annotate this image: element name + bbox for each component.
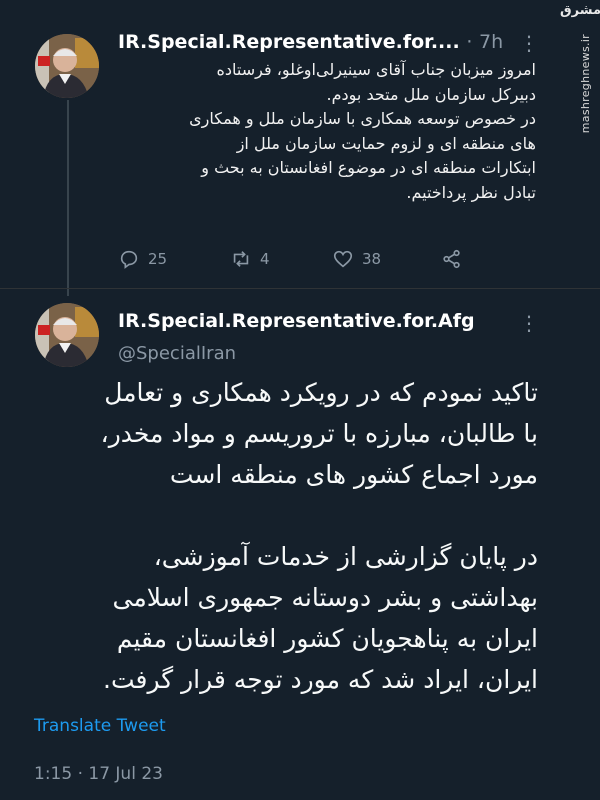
divider: [0, 288, 600, 289]
tweet1-more-icon[interactable]: ⋮: [519, 33, 540, 53]
retweet-button[interactable]: 4: [230, 248, 270, 270]
tweet1-header: IR.Special.Representative.for.... · 7h: [118, 31, 503, 53]
like-button[interactable]: 38: [332, 248, 381, 270]
like-count: 38: [362, 250, 382, 268]
tweet1-time[interactable]: 7h: [479, 31, 503, 53]
tweet1-separator: ·: [466, 31, 473, 53]
thread-line: [67, 100, 69, 296]
avatar-photo: [35, 34, 99, 98]
avatar[interactable]: [35, 34, 99, 98]
watermark-logo: مشرق: [560, 3, 600, 18]
tweet2-display-name[interactable]: IR.Special.Representative.for.Afg: [118, 310, 475, 332]
watermark-site: mashreghnews.ir: [579, 34, 592, 134]
reply-count: 25: [148, 250, 168, 268]
watermark: مشرق mashreghnews.ir: [556, 3, 600, 134]
retweet-icon: [233, 251, 249, 267]
tweet2-text: تاکید نمودم که در رویکرد همکاری و تعامل …: [100, 378, 538, 694]
retweet-count: 4: [260, 250, 270, 268]
reply-button[interactable]: 25: [118, 248, 167, 270]
tweet2-more-icon[interactable]: ⋮: [519, 313, 540, 333]
tweet1-display-name[interactable]: IR.Special.Representative.for....: [118, 31, 460, 53]
share-icon: [443, 249, 460, 269]
reply-icon: [120, 250, 138, 269]
tweet2-timestamp[interactable]: 1:15 · 17 Jul 23: [34, 764, 163, 784]
avatar[interactable]: [35, 303, 99, 367]
translate-tweet-link[interactable]: Translate Tweet: [34, 716, 166, 736]
tweet1-actions: 25 4 38: [118, 248, 478, 274]
avatar-photo: [35, 303, 99, 367]
tweet1-text: امروز میزبان جناب آقای سینیرلی‌اوغلو، فر…: [189, 60, 536, 202]
like-icon: [333, 250, 353, 268]
share-button[interactable]: [441, 248, 463, 270]
tweet2-handle[interactable]: @SpecialIran: [118, 343, 236, 364]
